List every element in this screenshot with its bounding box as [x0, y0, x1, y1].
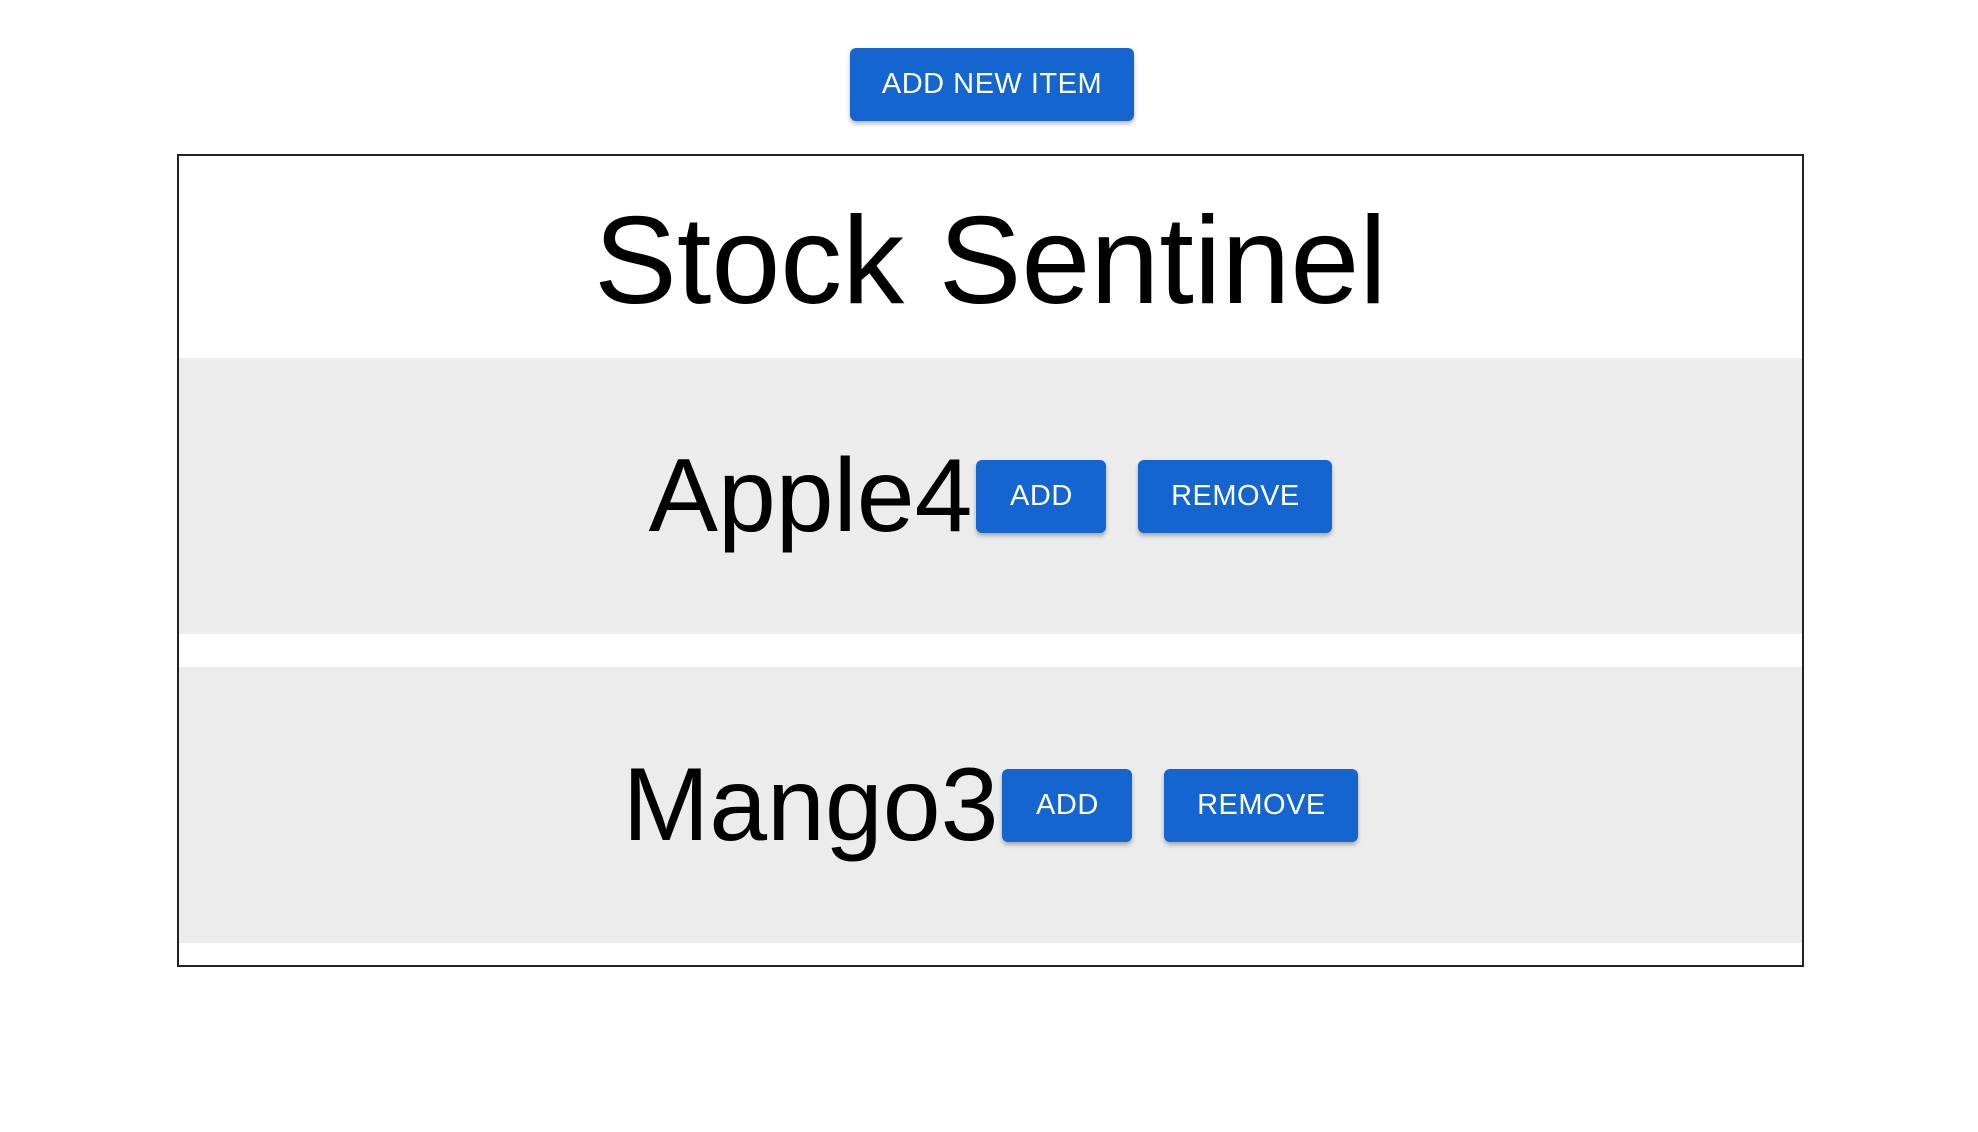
add-button[interactable]: ADD — [1002, 768, 1133, 842]
add-new-item-button[interactable]: ADD NEW ITEM — [850, 48, 1134, 121]
page-title: Stock Sentinel — [594, 192, 1387, 330]
item-label: Apple 4 — [649, 444, 973, 548]
inventory-panel: Stock Sentinel Apple 4 ADD REMOVE Mango 3 … — [177, 154, 1804, 967]
inventory-row: Apple 4 ADD REMOVE — [179, 358, 1802, 634]
inventory-row: Mango 3 ADD REMOVE — [179, 667, 1802, 943]
remove-button[interactable]: REMOVE — [1164, 768, 1359, 842]
item-name: Mango — [622, 747, 941, 863]
item-label: Mango 3 — [623, 753, 999, 857]
add-button[interactable]: ADD — [976, 459, 1107, 533]
page: ADD NEW ITEM Stock Sentinel Apple 4 ADD R… — [0, 0, 1978, 1132]
item-quantity: 4 — [914, 438, 973, 554]
remove-button[interactable]: REMOVE — [1138, 459, 1333, 533]
item-quantity: 3 — [940, 747, 999, 863]
item-name: Apple — [648, 438, 915, 554]
